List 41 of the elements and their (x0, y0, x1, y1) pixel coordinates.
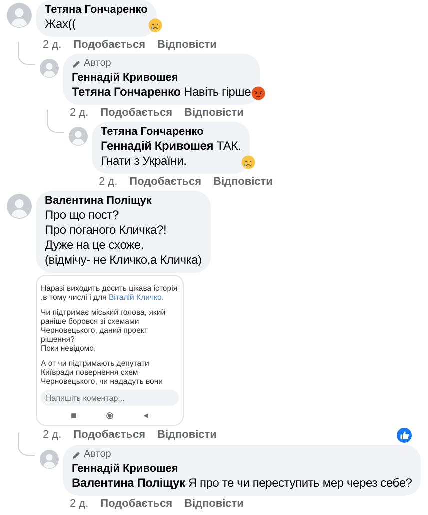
reply-link[interactable]: Відповісти (184, 498, 244, 511)
comment-text: Геннадій Кривошея ТАК. Гнати з України. (101, 139, 242, 169)
pencil-icon (72, 60, 81, 68)
comment-time[interactable]: 2 д. (43, 39, 62, 52)
comment-text: Тетяна Гончаренко Навіть гірше (72, 85, 252, 100)
pencil-icon (72, 450, 81, 460)
author-name[interactable]: Геннадій Кривошея (72, 72, 252, 85)
reply-link[interactable]: Відповісти (214, 176, 273, 189)
reply-link[interactable]: Відповісти (158, 429, 217, 442)
thumbs-up-icon[interactable] (397, 428, 412, 443)
crying-emoji-icon (241, 155, 256, 170)
comment-time[interactable]: 2 д. (99, 176, 118, 189)
like-link[interactable]: Подобається (74, 39, 146, 52)
author-name[interactable]: Тетяна Гончаренко (101, 126, 242, 139)
like-link[interactable]: Подобається (100, 107, 173, 120)
comment-time[interactable]: 2 д. (70, 107, 89, 120)
reply-link[interactable]: Відповісти (184, 107, 244, 120)
thread-connector (47, 110, 64, 133)
comment-input[interactable]: Напишіть коментар... (41, 390, 179, 406)
comment-time[interactable]: 2 д. (70, 498, 89, 511)
circle-icon[interactable] (106, 412, 114, 420)
author-label: Автор (84, 449, 112, 461)
author-name[interactable]: Геннадій Кривошея (72, 463, 412, 476)
like-link[interactable]: Подобається (74, 429, 146, 442)
reply-link[interactable]: Відповісти (158, 39, 217, 52)
like-link[interactable]: Подобається (100, 498, 173, 511)
author-label: Автор (84, 58, 112, 70)
angry-emoji-icon (251, 86, 266, 101)
crying-emoji-icon (148, 18, 163, 33)
comment-text: Валентина Поліщук Я про те чи переступить мер через себе? (72, 476, 412, 491)
thread-connector (18, 433, 35, 456)
author-name[interactable]: Тетяна Гончаренко (45, 4, 148, 17)
author-name[interactable]: Валентина Поліщук (45, 195, 202, 208)
screenshot-attachment[interactable] (36, 275, 184, 426)
square-icon[interactable] (70, 412, 78, 420)
back-icon[interactable] (142, 412, 150, 420)
thread-connector (18, 42, 35, 65)
comment-time[interactable]: 2 д. (43, 429, 62, 442)
comment-text: Про що пост? Про поганого Кличка?! Дуже на це схоже. (відмічу- не Кличко,а Кличка) (45, 208, 202, 268)
comment-text: Жах(( (45, 17, 77, 32)
like-link[interactable]: Подобається (130, 176, 202, 189)
